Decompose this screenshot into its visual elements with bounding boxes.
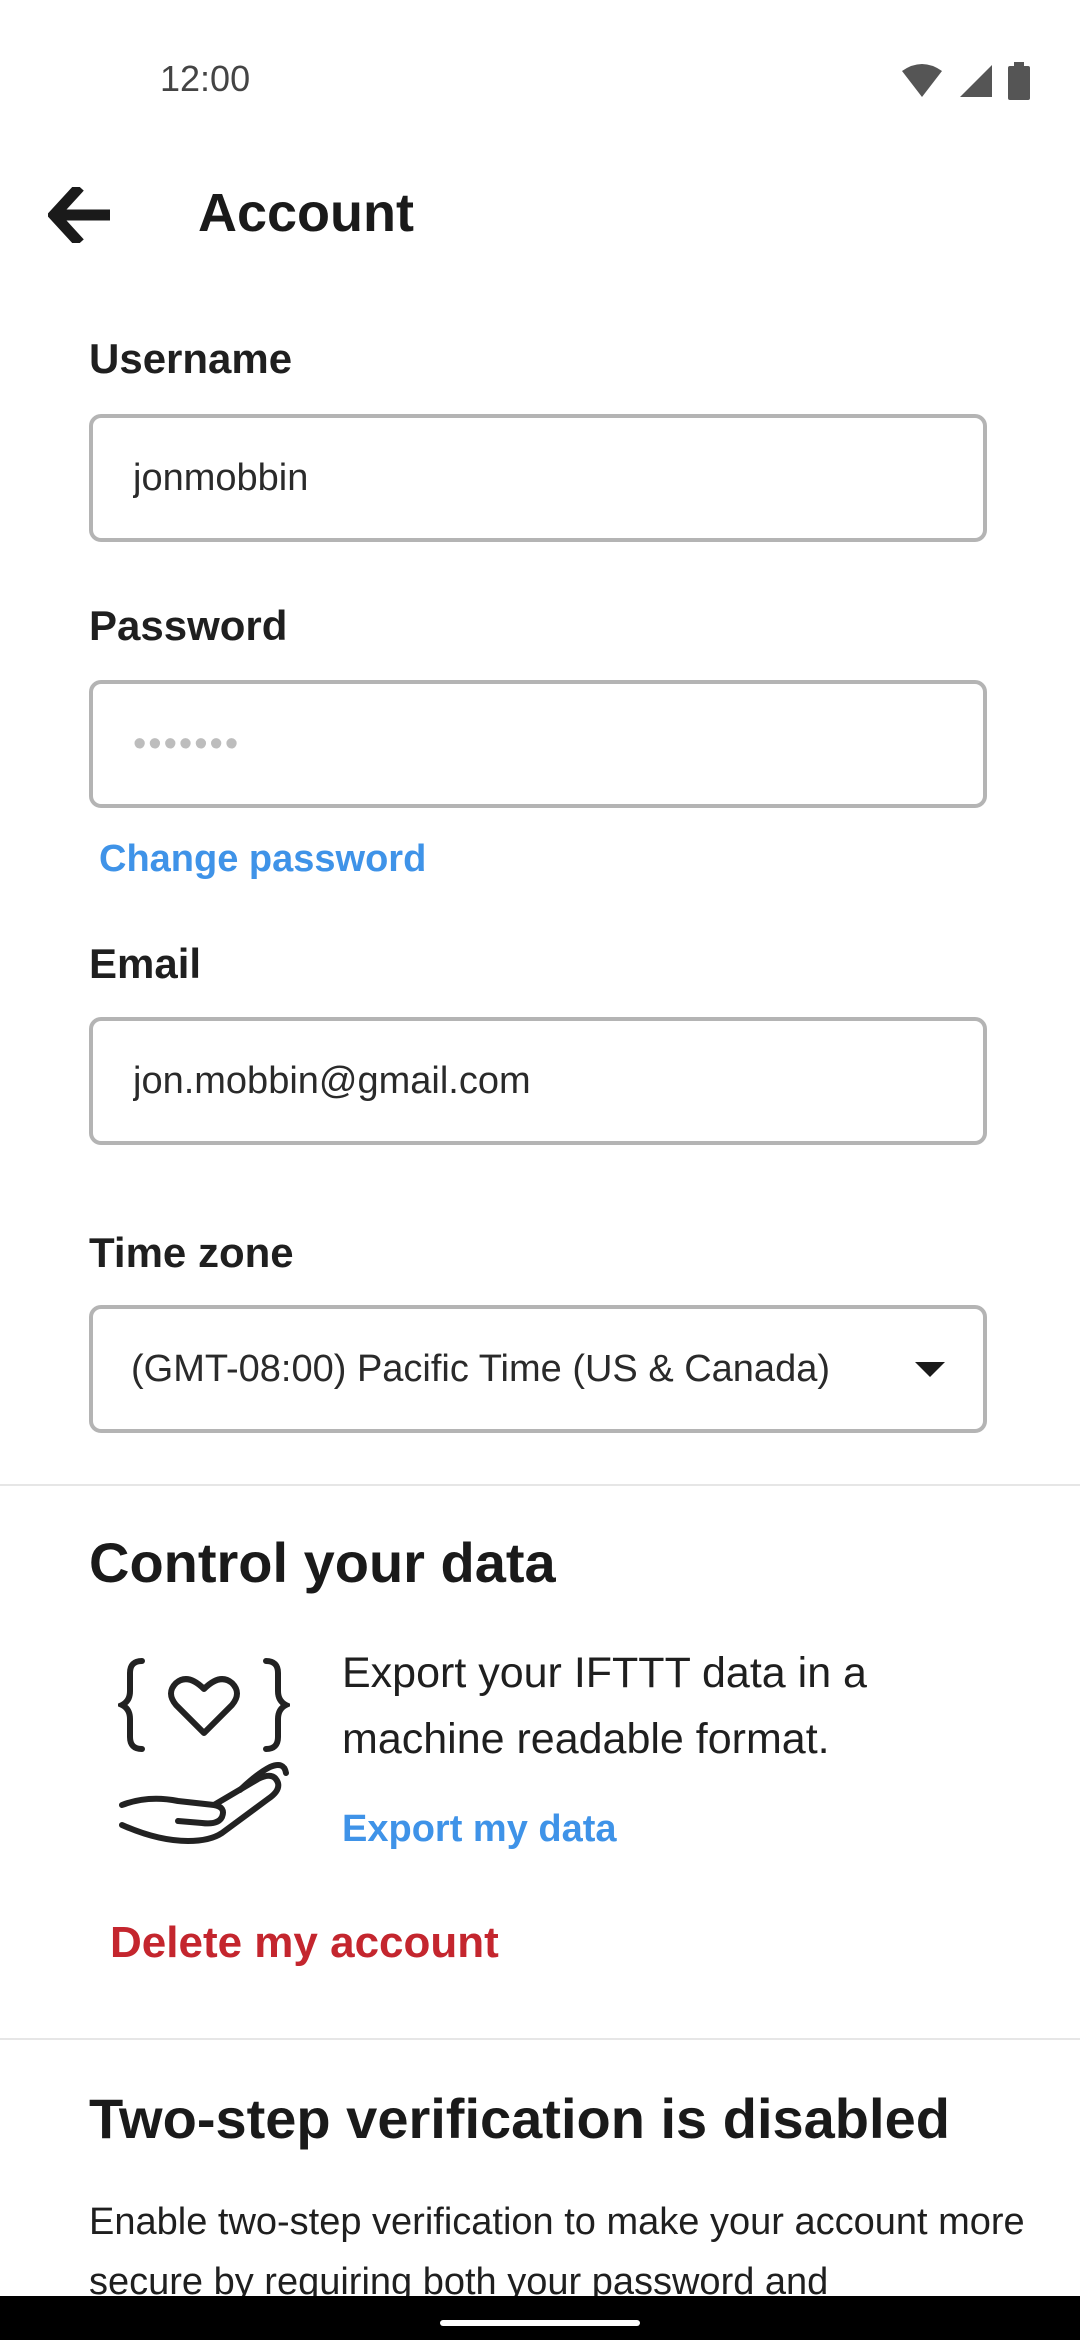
system-nav-bar: [0, 2296, 1080, 2340]
two-step-description: Enable two-step verification to make you…: [89, 2201, 1025, 2303]
back-button[interactable]: [40, 175, 120, 255]
password-field[interactable]: [89, 680, 987, 808]
cell-signal-icon: [960, 65, 992, 97]
wifi-icon: [902, 64, 942, 97]
timezone-label: Time zone: [89, 1229, 294, 1276]
password-label: Password: [89, 602, 288, 649]
hand-heart-data-icon: [118, 1658, 290, 1844]
change-password-link[interactable]: Change password: [99, 838, 426, 881]
delete-account-link[interactable]: Delete my account: [110, 1918, 499, 1968]
section-divider: [0, 2038, 1080, 2040]
status-time: 12:00: [160, 58, 251, 99]
back-arrow-icon: [48, 187, 110, 243]
timezone-select[interactable]: (GMT-08:00) Pacific Time (US & Canada): [89, 1305, 987, 1433]
two-step-title: Two-step verification is disabled: [89, 2087, 950, 2150]
email-field[interactable]: [89, 1017, 987, 1145]
page-title: Account: [198, 183, 414, 243]
email-label: Email: [89, 940, 202, 987]
section-divider: [0, 1484, 1080, 1486]
home-gesture-pill[interactable]: [440, 2320, 640, 2326]
dropdown-caret-icon: [915, 1361, 945, 1377]
password-input[interactable]: [131, 721, 945, 767]
username-input[interactable]: [131, 455, 945, 501]
email-input[interactable]: [131, 1058, 945, 1104]
username-field[interactable]: [89, 414, 987, 542]
control-data-title: Control your data: [89, 1531, 556, 1594]
battery-icon: [1008, 62, 1030, 100]
export-data-link[interactable]: Export my data: [342, 1808, 617, 1851]
status-icons: [900, 62, 1030, 100]
timezone-selected-value: (GMT-08:00) Pacific Time (US & Canada): [131, 1347, 830, 1390]
username-label: Username: [89, 335, 293, 382]
export-description: Export your IFTTT data in a machine read…: [342, 1649, 867, 1763]
